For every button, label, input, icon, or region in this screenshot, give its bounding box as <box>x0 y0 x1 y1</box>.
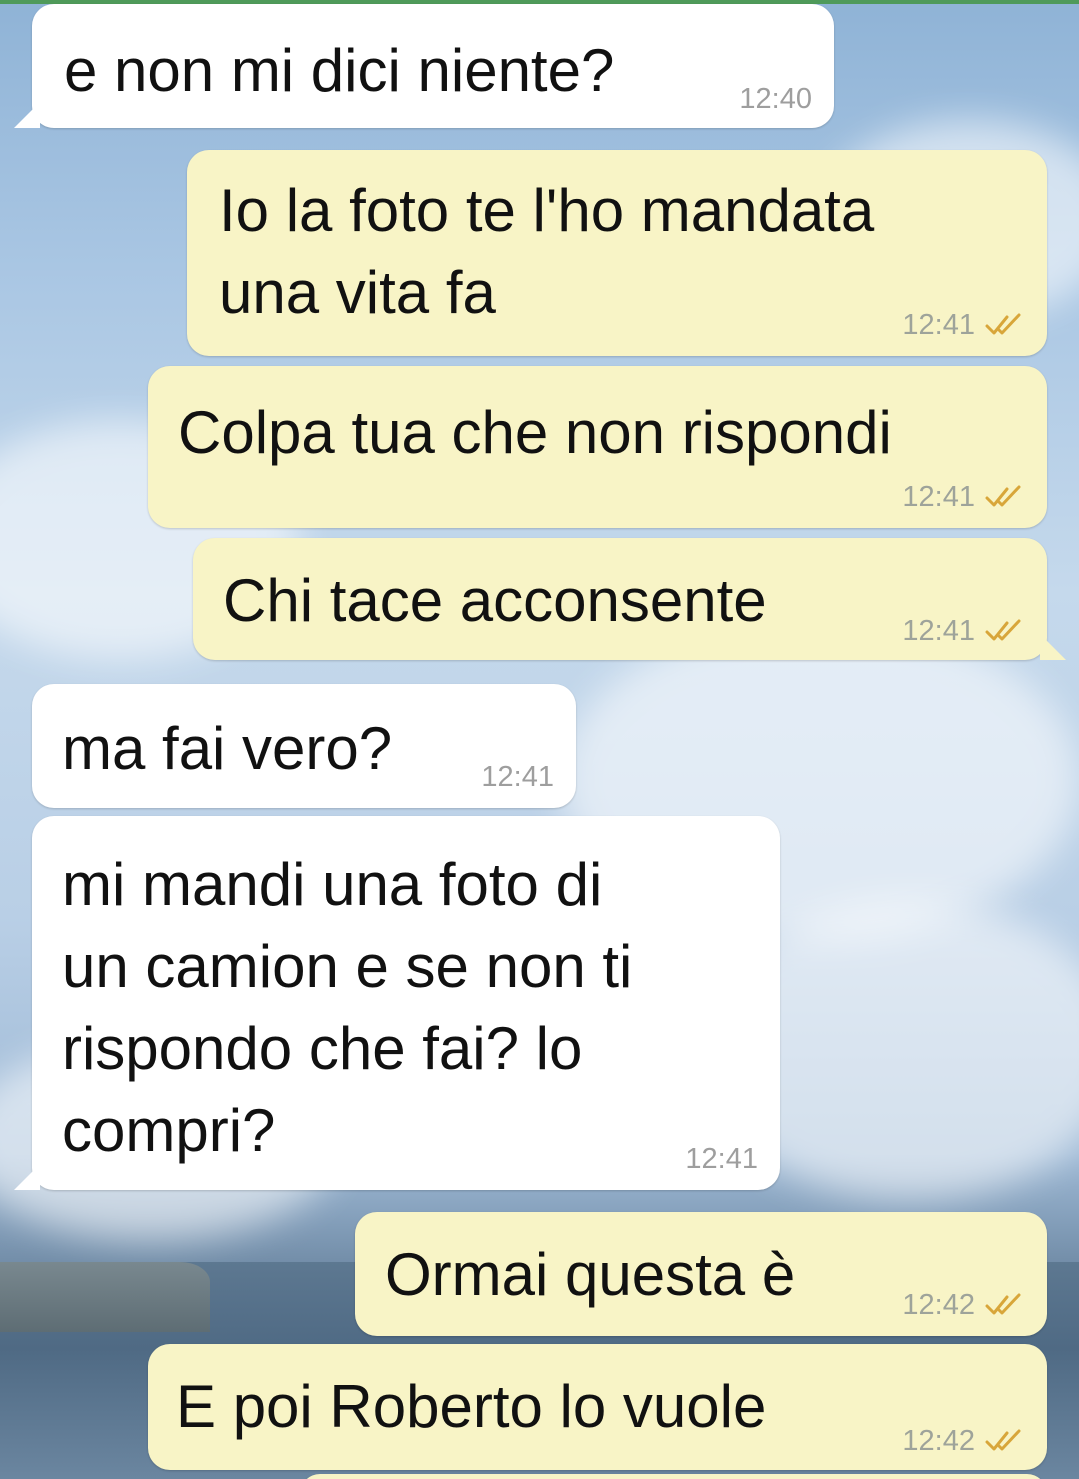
double-check-icon <box>985 1429 1021 1451</box>
double-check-icon <box>985 485 1021 507</box>
message-bubble-outgoing-partial <box>300 1474 1047 1479</box>
bubble-tail <box>1040 634 1066 660</box>
message-text: Colpa tua che non rispondi <box>178 399 892 466</box>
message-bubble-incoming[interactable]: mi mandi una foto di un camion e se non … <box>32 816 780 1190</box>
message-bubble-incoming[interactable]: e non mi dici niente? 12:40 <box>32 4 834 128</box>
message-timestamp: 12:42 <box>902 1289 975 1321</box>
message-text: Ormai questa è <box>385 1241 796 1308</box>
message-bubble-outgoing[interactable]: Ormai questa è 12:42 <box>355 1212 1047 1336</box>
message-text: Io la foto te l'ho mandata una vita fa <box>219 177 875 326</box>
message-timestamp: 12:40 <box>739 83 812 115</box>
bubble-tail <box>14 102 40 128</box>
chat-screen: e non mi dici niente? 12:40 Io la foto t… <box>0 0 1079 1479</box>
message-text: Chi tace acconsente <box>223 567 767 634</box>
message-text: e non mi dici niente? <box>64 37 615 104</box>
message-bubble-outgoing[interactable]: Chi tace acconsente 12:41 <box>193 538 1047 660</box>
double-check-icon <box>985 1293 1021 1315</box>
message-text: ma fai vero? <box>62 715 393 782</box>
message-timestamp: 12:41 <box>902 481 975 513</box>
message-timestamp: 12:41 <box>685 1143 758 1175</box>
message-timestamp: 12:41 <box>902 309 975 341</box>
message-timestamp: 12:41 <box>902 615 975 647</box>
message-bubble-outgoing[interactable]: Colpa tua che non rispondi 12:41 <box>148 366 1047 528</box>
message-bubble-incoming[interactable]: ma fai vero? 12:41 <box>32 684 576 808</box>
double-check-icon <box>985 619 1021 641</box>
message-timestamp: 12:41 <box>481 761 554 793</box>
double-check-icon <box>985 313 1021 335</box>
message-timestamp: 12:42 <box>902 1425 975 1457</box>
message-bubble-outgoing[interactable]: Io la foto te l'ho mandata una vita fa 1… <box>187 150 1047 356</box>
message-text: mi mandi una foto di un camion e se non … <box>62 851 633 1164</box>
message-text: E poi Roberto lo vuole <box>176 1373 767 1440</box>
message-bubble-outgoing[interactable]: E poi Roberto lo vuole 12:42 <box>148 1344 1047 1470</box>
